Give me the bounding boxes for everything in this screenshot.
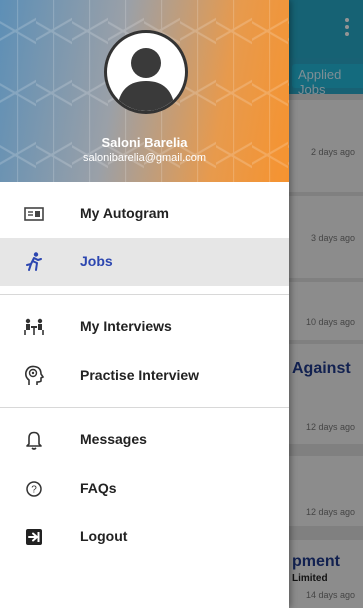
svg-text:?: ? xyxy=(31,485,37,496)
menu-divider xyxy=(0,407,289,408)
menu-item-my-autogram[interactable]: My Autogram xyxy=(0,190,289,238)
menu-label: My Autogram xyxy=(80,205,169,221)
menu-label: Practise Interview xyxy=(80,367,200,383)
navigation-drawer: Saloni Barelia salonibarelia@gmail.com M… xyxy=(0,0,289,608)
menu-item-logout[interactable]: Logout xyxy=(0,513,289,561)
menu-label: My Interviews xyxy=(80,318,172,334)
menu-label: Logout xyxy=(80,528,128,544)
menu-label: Jobs xyxy=(80,253,113,269)
menu-label: Messages xyxy=(80,431,147,447)
menu-divider xyxy=(0,294,289,295)
help-circle-icon: ? xyxy=(23,478,45,500)
drawer-header: Saloni Barelia salonibarelia@gmail.com xyxy=(0,0,289,182)
menu-item-jobs[interactable]: Jobs xyxy=(0,238,289,286)
head-brain-icon xyxy=(23,365,45,387)
user-email: salonibarelia@gmail.com xyxy=(82,152,207,164)
logout-icon xyxy=(23,526,45,548)
user-name: Saloni Barelia xyxy=(101,135,188,150)
menu-item-messages[interactable]: Messages xyxy=(0,416,289,464)
menu-item-my-interviews[interactable]: My Interviews xyxy=(0,303,289,351)
menu-item-faqs[interactable]: ? FAQs xyxy=(0,465,289,513)
avatar[interactable] xyxy=(104,30,188,114)
interview-icon xyxy=(23,316,45,338)
id-card-icon xyxy=(23,203,45,225)
bell-icon xyxy=(23,429,45,451)
menu-item-practise-interview[interactable]: Practise Interview xyxy=(0,352,289,400)
running-person-icon xyxy=(23,251,45,273)
menu-label: FAQs xyxy=(80,480,117,496)
